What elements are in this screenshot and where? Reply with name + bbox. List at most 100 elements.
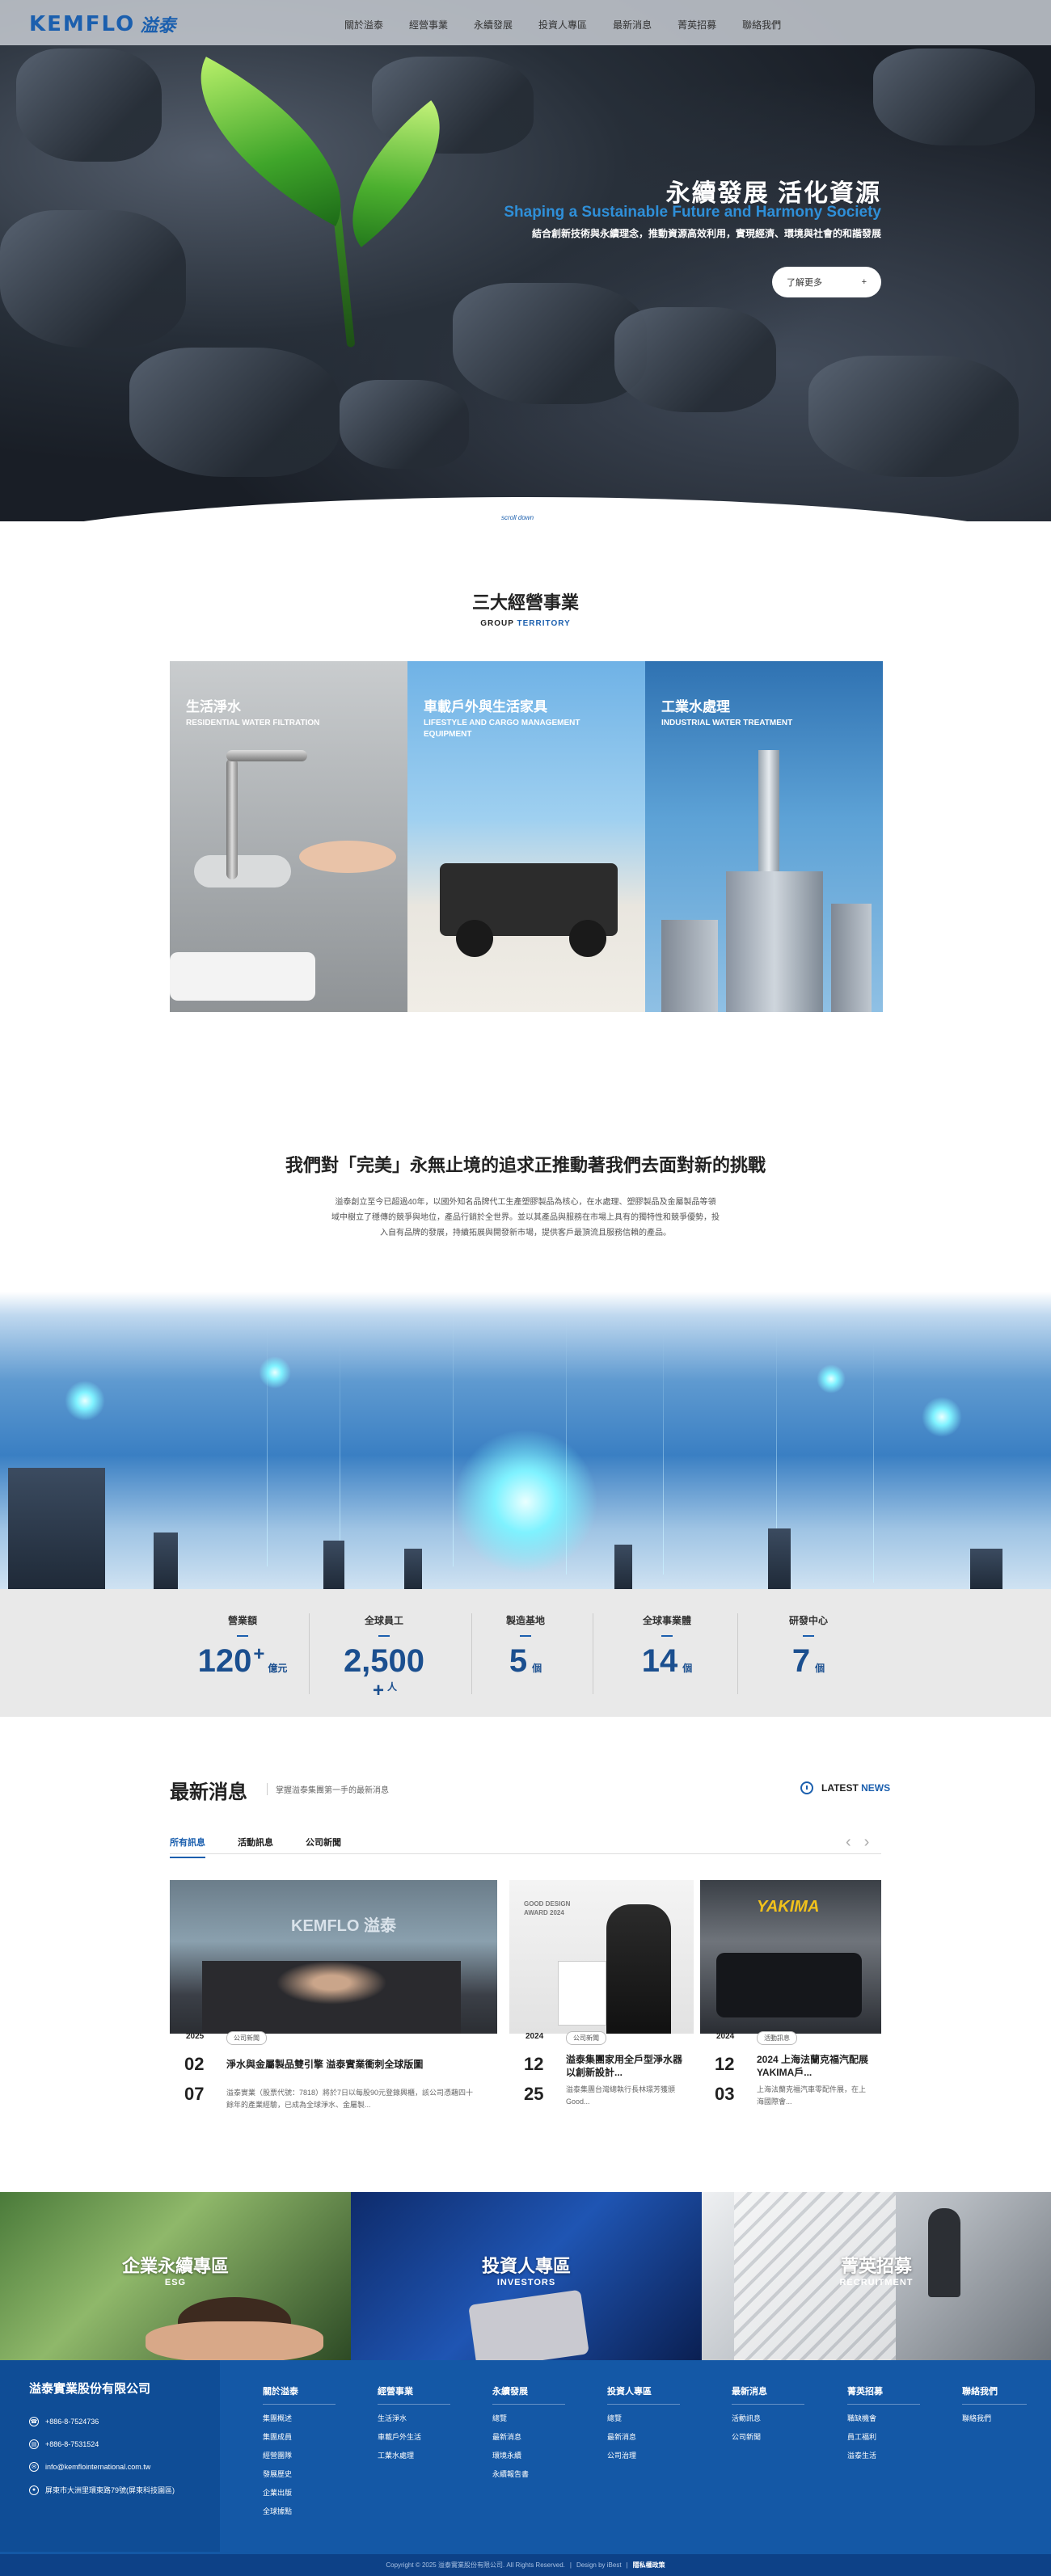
footer-link[interactable]: 最新消息 bbox=[492, 2431, 565, 2442]
footer-link[interactable]: 工業水處理 bbox=[378, 2450, 450, 2460]
stat-entities: 全球事業體 14 個 bbox=[614, 1613, 720, 1680]
address-text: 屏東市大洲里環東路79號(屏東科技園區) bbox=[45, 2486, 175, 2494]
footer-link[interactable]: 集團成員 bbox=[263, 2431, 336, 2442]
footer-link[interactable]: 公司新聞 bbox=[732, 2431, 804, 2442]
stat-dash bbox=[661, 1635, 673, 1637]
investors-banner[interactable]: 投資人專區 INVESTORS bbox=[351, 2192, 702, 2360]
stat-dash bbox=[803, 1635, 814, 1637]
footer-link[interactable]: 集團概述 bbox=[263, 2413, 336, 2423]
news-card-month: 25 bbox=[524, 2084, 544, 2104]
footer-link[interactable]: 企業出版 bbox=[263, 2487, 336, 2498]
footer-link[interactable]: 環境永續 bbox=[492, 2450, 565, 2460]
news-description: 掌握溢泰集團第一手的最新消息 bbox=[267, 1783, 389, 1795]
news-card[interactable]: YAKIMA 活動訊息 2024 12 03 2024 上海法蘭克福汽配展 YA… bbox=[700, 1880, 881, 2139]
clock-icon bbox=[800, 1781, 813, 1794]
footer-link[interactable]: 員工福利 bbox=[847, 2431, 920, 2442]
light-line bbox=[873, 1340, 874, 1583]
rock-shape bbox=[0, 210, 186, 348]
footer-link[interactable]: 總覽 bbox=[607, 2413, 680, 2423]
hands-shape bbox=[146, 2321, 323, 2360]
tab-company-news[interactable]: 公司新聞 bbox=[306, 1836, 341, 1858]
nav-sustainability[interactable]: 永續發展 bbox=[461, 15, 526, 35]
business-card-industrial[interactable]: 工業水處理 INDUSTRIAL WATER TREATMENT bbox=[645, 661, 883, 1012]
footer-column-title[interactable]: 永續發展 bbox=[492, 2384, 565, 2405]
chevron-right-icon[interactable]: › bbox=[864, 1833, 870, 1852]
design-credit[interactable]: Design by iBest bbox=[576, 2561, 622, 2569]
scroll-down-link[interactable]: scroll down bbox=[501, 514, 534, 521]
footer-link[interactable]: 公司治理 bbox=[607, 2450, 680, 2460]
footer-link[interactable]: 經營團隊 bbox=[263, 2450, 336, 2460]
footer-tel[interactable]: ☎ +886-8-7524736 bbox=[29, 2417, 99, 2426]
footer-column-title[interactable]: 經營事業 bbox=[378, 2384, 450, 2405]
rock-shape bbox=[129, 348, 340, 477]
stat-plus: + bbox=[372, 1680, 384, 1701]
footer-link[interactable]: 溢泰生活 bbox=[847, 2450, 920, 2460]
plant-shape bbox=[831, 904, 872, 1012]
building-shape bbox=[323, 1541, 344, 1589]
esg-banner[interactable]: 企業永續專區 ESG bbox=[0, 2192, 351, 2360]
nav-business[interactable]: 經營事業 bbox=[396, 15, 461, 35]
award-board-shape bbox=[558, 1961, 606, 2026]
rock-shape bbox=[614, 307, 776, 412]
wheel-shape bbox=[569, 920, 606, 957]
footer-link[interactable]: 活動訊息 bbox=[732, 2413, 804, 2423]
news-card[interactable]: KEMFLO 溢泰 公司新聞 2025 02 07 淨水與金屬製品雙引擎 溢泰實… bbox=[170, 1880, 497, 2139]
city-image bbox=[0, 1292, 1051, 1589]
learn-more-button[interactable]: 了解更多 + bbox=[772, 267, 881, 297]
mission-title: 我們對「完美」永無止境的追求正推動著我們去面對新的挑戰 bbox=[285, 1155, 766, 1175]
separator: | bbox=[626, 2561, 628, 2569]
latest-b: NEWS bbox=[861, 1782, 891, 1794]
latest-news-link[interactable]: LATEST NEWS bbox=[800, 1781, 890, 1794]
footer-column-title[interactable]: 聯絡我們 bbox=[962, 2384, 1027, 2405]
stat-dash bbox=[237, 1635, 248, 1637]
stat-bases: 製造基地 5個 bbox=[473, 1613, 578, 1680]
footer-column-title[interactable]: 最新消息 bbox=[732, 2384, 804, 2405]
business-card-outdoor[interactable]: 車載戶外與生活家具 LIFESTYLE AND CARGO MANAGEMENT… bbox=[407, 661, 645, 1012]
footer-column-title[interactable]: 菁英招募 bbox=[847, 2384, 920, 2405]
glow-dot bbox=[817, 1364, 846, 1393]
news-card-month: 03 bbox=[715, 2084, 735, 2104]
footer-link[interactable]: 聯絡我們 bbox=[962, 2413, 1027, 2423]
privacy-link[interactable]: 隱私權政策 bbox=[633, 2561, 665, 2570]
stat-label: 研發中心 bbox=[788, 1615, 828, 1626]
footer-link[interactable]: 永續報告書 bbox=[492, 2468, 565, 2479]
footer-link[interactable]: 職缺機會 bbox=[847, 2413, 920, 2423]
nav-contact[interactable]: 聯絡我們 bbox=[729, 15, 794, 35]
wheel-shape bbox=[456, 920, 493, 957]
footer-column-title[interactable]: 關於溢泰 bbox=[263, 2384, 336, 2405]
hero-subtitle: Shaping a Sustainable Future and Harmony… bbox=[504, 204, 881, 221]
tab-events[interactable]: 活動訊息 bbox=[238, 1836, 273, 1858]
nav-about[interactable]: 關於溢泰 bbox=[331, 15, 396, 35]
footer-column-title[interactable]: 投資人專區 bbox=[607, 2384, 680, 2405]
footer-email[interactable]: ✉ info@kemflointernational.com.tw bbox=[29, 2462, 150, 2472]
footer-link[interactable]: 最新消息 bbox=[607, 2431, 680, 2442]
logo-cn: 溢泰 bbox=[140, 15, 176, 36]
footer-link[interactable]: 全球據點 bbox=[263, 2506, 336, 2516]
building-shape bbox=[768, 1528, 791, 1589]
news-card-image-label: GOOD DESIGN AWARD 2024 bbox=[524, 1900, 571, 1916]
nav-careers[interactable]: 菁英招募 bbox=[665, 15, 729, 35]
footer-link[interactable]: 生活淨水 bbox=[378, 2413, 450, 2423]
tabs-divider bbox=[170, 1853, 881, 1854]
site-logo[interactable]: KEMFLO 溢泰 bbox=[29, 11, 175, 37]
news-card[interactable]: GOOD DESIGN AWARD 2024 公司新聞 2024 12 25 溢… bbox=[509, 1880, 694, 2139]
learn-more-label: 了解更多 bbox=[787, 278, 822, 288]
nav-news[interactable]: 最新消息 bbox=[600, 15, 665, 35]
mission-text: 溢泰創立至今已超過40年，以國外知名品牌代工生產塑膠製品為核心，在水處理、塑膠製… bbox=[331, 1198, 720, 1237]
footer-link[interactable]: 總覽 bbox=[492, 2413, 565, 2423]
footer-link[interactable]: 發展歷史 bbox=[263, 2468, 336, 2479]
fax-icon: ▤ bbox=[29, 2439, 39, 2449]
hero-banner: 永續發展 活化資源 Shaping a Sustainable Future a… bbox=[0, 0, 1051, 521]
chevron-left-icon[interactable]: ‹ bbox=[846, 1833, 851, 1852]
nav-investors[interactable]: 投資人專區 bbox=[526, 15, 600, 35]
footer-link[interactable]: 車載戶外生活 bbox=[378, 2431, 450, 2442]
stat-employees: 全球員工 2,500+ 人 bbox=[331, 1613, 437, 1702]
recruitment-banner[interactable]: 菁英招募 RECRUITMENT bbox=[702, 2192, 1051, 2360]
stat-label: 全球員工 bbox=[364, 1615, 403, 1626]
news-card-tag: 公司新聞 bbox=[226, 2031, 267, 2045]
business-card-water[interactable]: 生活淨水 RESIDENTIAL WATER FILTRATION bbox=[170, 661, 407, 1012]
business-subtitle-b: TERRITORY bbox=[517, 619, 571, 628]
news-card-day: 12 bbox=[715, 2054, 735, 2074]
tab-all[interactable]: 所有訊息 bbox=[170, 1836, 205, 1858]
news-card-excerpt: 溢泰集團台灣總執行長林璟芳獲頒Good... bbox=[566, 2085, 676, 2106]
